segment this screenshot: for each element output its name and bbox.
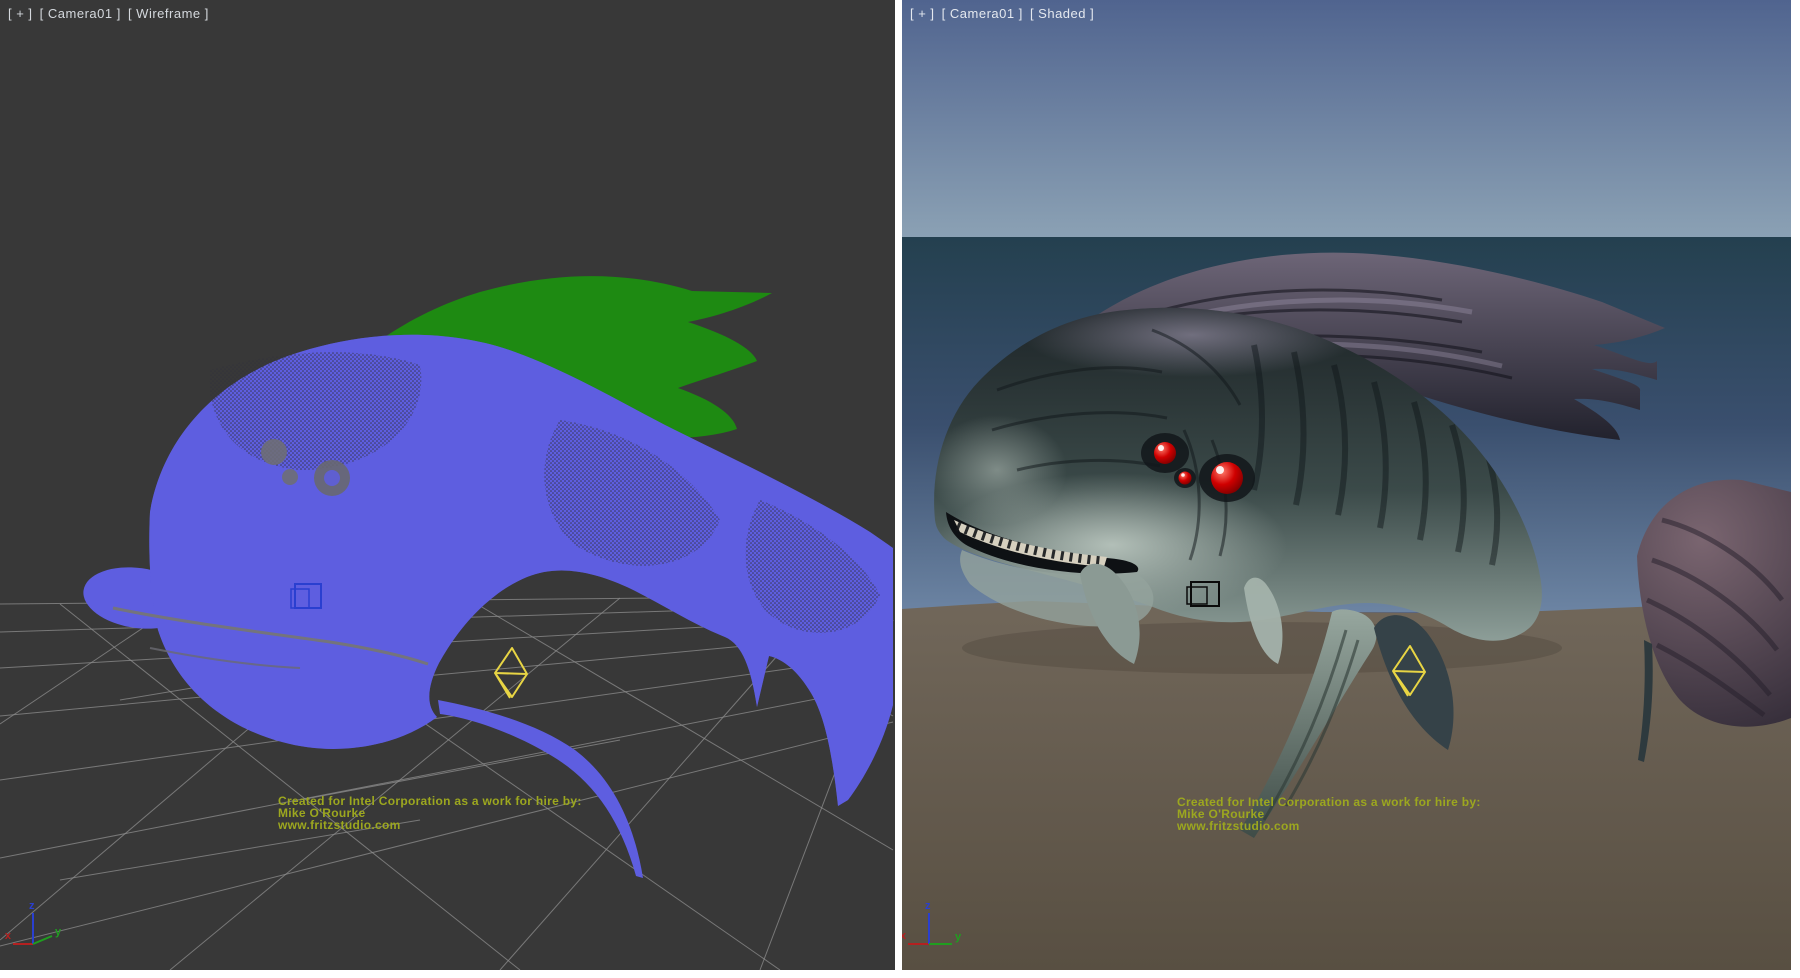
fish-eye-medium [1154,442,1176,464]
credit-text: Created for Intel Corporation as a work … [1177,796,1481,832]
dual-viewport-layout: x z y [ + ] [ Camera01 ] [ Wireframe ] C… [0,0,1800,978]
viewport-menu-camera[interactable]: [ Camera01 ] [942,6,1023,21]
sky-background [902,0,1791,237]
viewport-label: [ + ] [ Camera01 ] [ Shaded ] [910,6,1097,21]
viewport-menu-shading[interactable]: [ Shaded ] [1030,6,1094,21]
viewport-menu-expand[interactable]: [ + ] [8,6,33,21]
fish-eye-small [1179,472,1192,485]
axis-gizmo: x z y [5,900,62,944]
credit-line-3: www.fritzstudio.com [278,819,582,831]
axis-y-label: y [955,931,962,943]
axis-x-label: x [5,930,12,942]
credit-text: Created for Intel Corporation as a work … [278,795,582,831]
viewport-label: [ + ] [ Camera01 ] [ Wireframe ] [8,6,212,21]
viewport-wireframe[interactable]: x z y [ + ] [ Camera01 ] [ Wireframe ] C… [0,0,895,970]
viewport-shaded[interactable]: x z y [ + ] [ Camera01 ] [ Shaded ] Crea… [902,0,1791,970]
fish-eye-large [1211,462,1243,494]
bone-octahedron-helper[interactable] [495,648,527,698]
axis-z-label: z [925,900,931,912]
viewport-menu-expand[interactable]: [ + ] [910,6,935,21]
axis-z-label: z [29,900,35,912]
fish-pelvic-fin-wireframe[interactable] [438,700,643,878]
viewport-menu-camera[interactable]: [ Camera01 ] [40,6,121,21]
credit-line-3: www.fritzstudio.com [1177,820,1481,832]
viewport-menu-shading[interactable]: [ Wireframe ] [128,6,209,21]
axis-y-label: y [55,926,62,938]
